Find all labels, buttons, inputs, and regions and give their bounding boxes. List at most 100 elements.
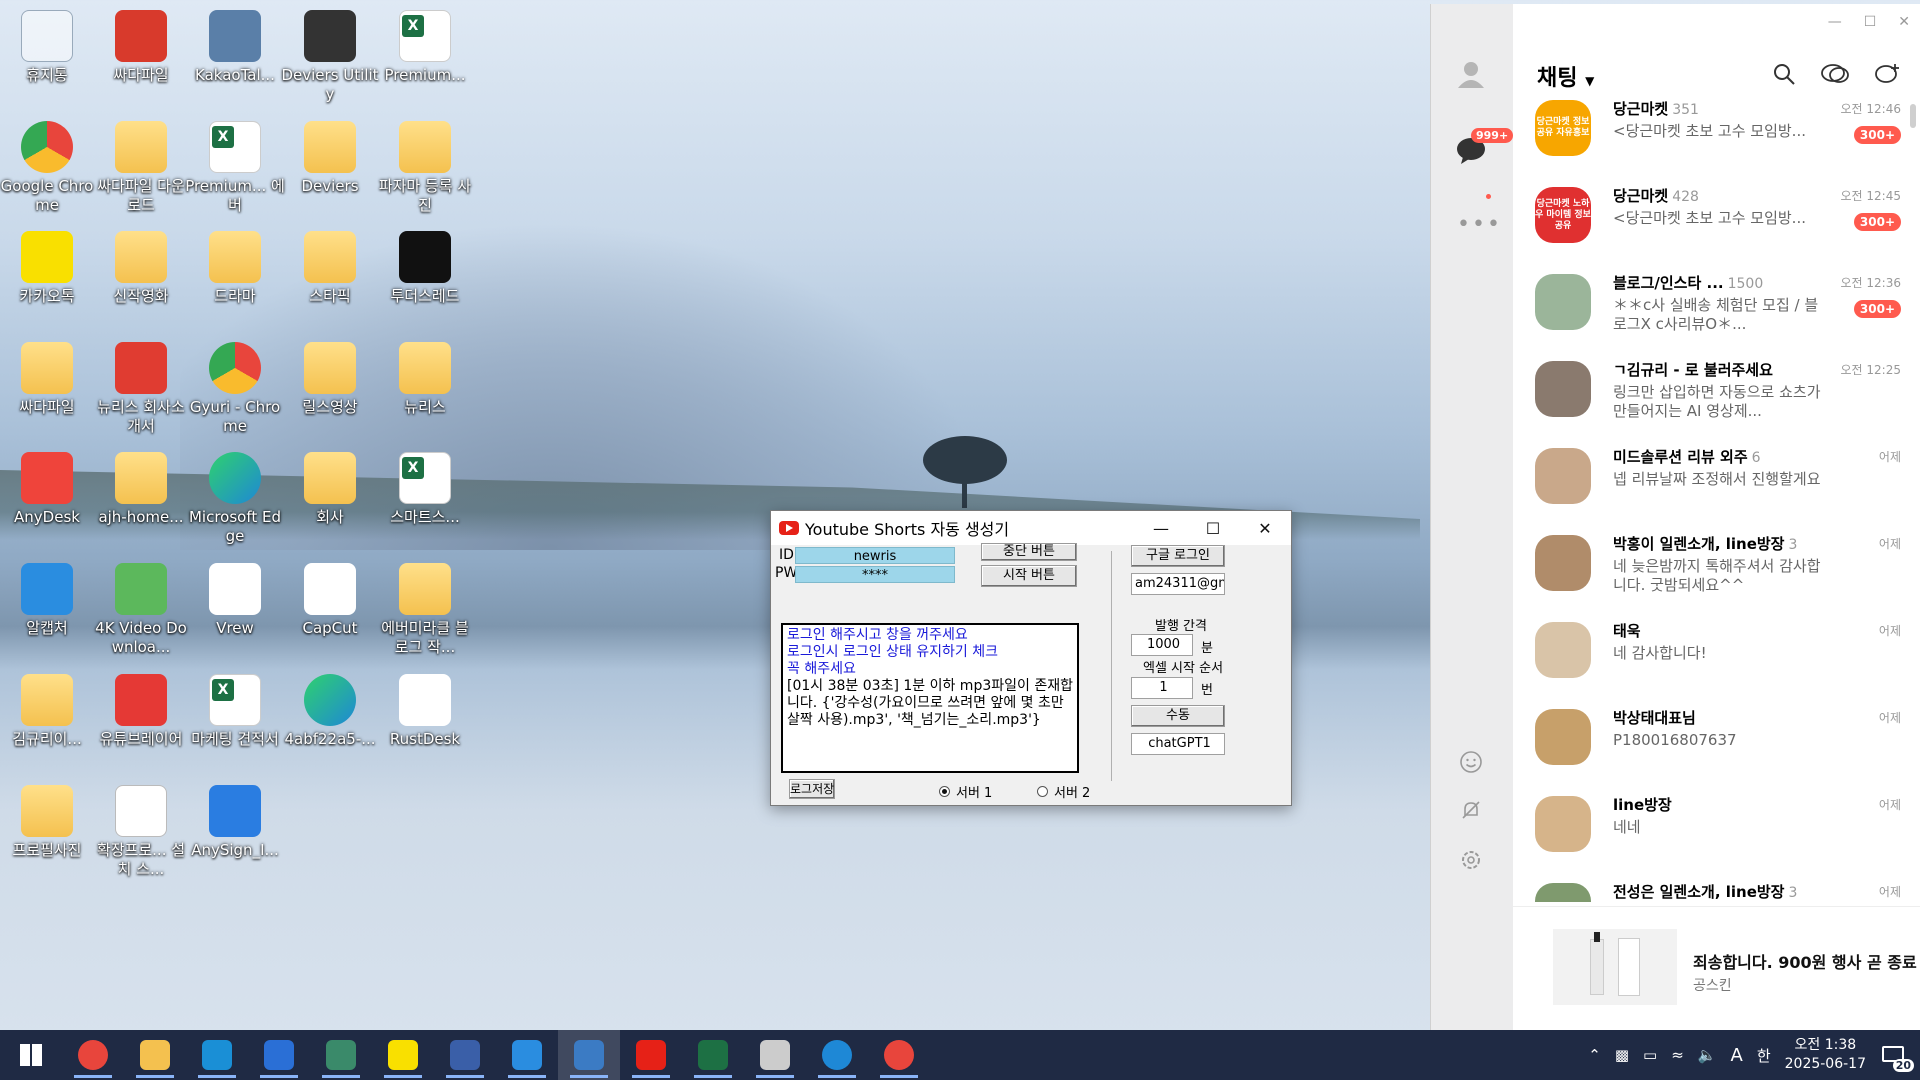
stop-button[interactable]: 중단 버튼 xyxy=(981,543,1077,561)
desktop-icon[interactable]: Deviers xyxy=(283,115,377,221)
settings-icon[interactable] xyxy=(1459,848,1483,872)
desktop-icon[interactable]: 에버미라클 블로그 작... xyxy=(378,557,472,663)
desktop-icon[interactable]: 싸다파일 xyxy=(0,336,94,442)
search-icon[interactable] xyxy=(1772,62,1796,86)
desktop-icon[interactable]: 스타픽 xyxy=(283,225,377,331)
desktop-icon[interactable]: 확장프로... 설치 스... xyxy=(94,779,188,885)
desktop-icon[interactable]: RustDesk xyxy=(378,668,472,774)
taskbar-button[interactable] xyxy=(744,1030,806,1080)
open-chat-icon[interactable] xyxy=(1820,62,1850,86)
desktop-icon[interactable]: AnyDesk xyxy=(0,446,94,552)
chat-list-item[interactable]: 당근마켓 노하우 마이템 정보공유 당근마켓 428 <당근마켓 초보 고수 모임방.… xyxy=(1513,179,1920,263)
email-field[interactable]: am24311@gma xyxy=(1131,573,1225,595)
close-button[interactable]: ✕ xyxy=(1898,14,1910,30)
taskbar-button[interactable] xyxy=(310,1030,372,1080)
taskbar-button[interactable] xyxy=(806,1030,868,1080)
taskbar-button[interactable] xyxy=(124,1030,186,1080)
window-titlebar[interactable]: Youtube Shorts 자동 생성기 — ☐ ✕ xyxy=(771,511,1291,545)
chat-list-item[interactable]: line방장 네네 어제 xyxy=(1513,788,1920,872)
profile-icon[interactable] xyxy=(1455,58,1487,90)
chat-list-item[interactable]: 전성은 일렌소개, line방장 3 어제 xyxy=(1513,875,1920,902)
excel-start-input[interactable]: 1 xyxy=(1131,677,1193,699)
taskbar-button[interactable] xyxy=(62,1030,124,1080)
clock[interactable]: 오전 1:38 2025-06-17 xyxy=(1785,1036,1866,1074)
desktop-icon[interactable]: 마케팅 견적서 xyxy=(188,668,282,774)
desktop-icon[interactable]: 회사 xyxy=(283,446,377,552)
desktop-icon[interactable]: KakaoTal... xyxy=(188,4,282,110)
chat-list-item[interactable]: 당근마켓 정보공유 자유홍보 당근마켓 351 <당근마켓 초보 고수 모임방... 오… xyxy=(1513,92,1920,176)
desktop-icon[interactable]: Google Chrome xyxy=(0,115,94,221)
emoticon-icon[interactable] xyxy=(1459,750,1483,774)
desktop-icon[interactable]: Vrew xyxy=(188,557,282,663)
desktop-icon[interactable]: 알캡처 xyxy=(0,557,94,663)
desktop-icon[interactable]: Deviers Utility xyxy=(281,4,379,110)
pw-field[interactable]: **** xyxy=(795,566,955,583)
desktop-icon[interactable]: 싸다파일 xyxy=(94,4,188,110)
desktop-icon[interactable]: 뉴리스 xyxy=(378,336,472,442)
chat-list-item[interactable]: 태욱 네 감사합니다! 어제 xyxy=(1513,614,1920,698)
notification-button[interactable]: 20 xyxy=(1880,1040,1914,1072)
tray-monitor-icon[interactable]: ▩ xyxy=(1615,1046,1629,1064)
ime-lang[interactable]: A xyxy=(1730,1045,1742,1066)
server2-radio[interactable]: 서버 2 xyxy=(1037,782,1090,801)
id-field[interactable]: newris xyxy=(795,547,955,564)
taskbar-button[interactable] xyxy=(496,1030,558,1080)
save-log-button[interactable]: 로그저장 xyxy=(789,779,835,799)
tray-chevron-icon[interactable]: ⌃ xyxy=(1588,1046,1601,1064)
desktop-icon[interactable]: 유튜브레이어 xyxy=(94,668,188,774)
desktop-icon[interactable]: 휴지통 xyxy=(0,4,94,110)
taskbar-button[interactable] xyxy=(868,1030,930,1080)
desktop-icon[interactable]: Premium... xyxy=(378,4,472,110)
log-output[interactable]: 로그인 해주시고 창을 꺼주세요 로그인시 로그인 상태 유지하기 체크 꼭 해… xyxy=(781,623,1079,773)
chat-list-item[interactable]: 박홍이 일렌소개, line방장 3 네 늦은밤까지 톡해주셔서 감사합니다. 굿밤… xyxy=(1513,527,1920,611)
taskbar-button[interactable] xyxy=(434,1030,496,1080)
taskbar-button[interactable] xyxy=(372,1030,434,1080)
desktop-icon[interactable]: 릴스영상 xyxy=(283,336,377,442)
desktop-icon[interactable]: Premium... 에버 xyxy=(185,115,285,221)
desktop-icon[interactable]: 드라마 xyxy=(188,225,282,331)
new-chat-icon[interactable] xyxy=(1874,62,1900,86)
chat-tab-title[interactable]: 채팅 ▼ xyxy=(1537,60,1594,92)
manual-button[interactable]: 수동 xyxy=(1131,705,1225,727)
chat-list-item[interactable]: 미드솔루션 리뷰 외주 6 넵 리뷰날짜 조정해서 진행할게요 어제 xyxy=(1513,440,1920,524)
taskbar-button[interactable] xyxy=(558,1030,620,1080)
desktop-icon[interactable]: 카카오톡 xyxy=(0,225,94,331)
chat-list-item[interactable]: 박상태대표님 P180016807637 어제 xyxy=(1513,701,1920,785)
desktop-icon[interactable]: 김규리이... xyxy=(0,668,94,774)
desktop-icon[interactable]: 싸다파일 다운로드 xyxy=(94,115,188,221)
minimize-button[interactable]: — xyxy=(1135,511,1187,545)
desktop-icon[interactable]: 스마트스... xyxy=(378,446,472,552)
server1-radio[interactable]: 서버 1 xyxy=(939,782,992,801)
chat-list-item[interactable]: 블로그/인스타 ... 1500 ＊＊c사 실배송 체험단 모집 / 블로그X c사… xyxy=(1513,266,1920,350)
desktop-icon[interactable]: ajh-home... xyxy=(94,446,188,552)
taskbar-button[interactable] xyxy=(620,1030,682,1080)
taskbar-button[interactable] xyxy=(248,1030,310,1080)
chat-list-scrollbar[interactable] xyxy=(1910,104,1916,128)
maximize-button[interactable]: ☐ xyxy=(1864,14,1877,30)
desktop-icon[interactable]: AnySign_I... xyxy=(188,779,282,885)
desktop-icon[interactable]: CapCut xyxy=(283,557,377,663)
taskbar-button[interactable] xyxy=(186,1030,248,1080)
ime-hangul[interactable]: 한 xyxy=(1757,1045,1771,1066)
desktop-icon[interactable]: 4abf22a5-... xyxy=(283,668,377,774)
interval-input[interactable]: 1000 xyxy=(1131,634,1193,656)
taskbar-button[interactable] xyxy=(0,1030,62,1080)
desktop-icon[interactable]: 4K Video Downloa... xyxy=(94,557,188,663)
more-icon[interactable]: ••• xyxy=(1457,212,1502,237)
google-login-button[interactable]: 구글 로그인 xyxy=(1131,545,1225,567)
desktop-icon[interactable]: 뉴리스 회사소개서 xyxy=(94,336,188,442)
wifi-icon[interactable]: ≈ xyxy=(1671,1046,1684,1064)
desktop-icon[interactable]: Microsoft Edge xyxy=(188,446,282,552)
desktop-icon[interactable]: 신작영화 xyxy=(94,225,188,331)
desktop-icon[interactable]: 투더스레드 xyxy=(378,225,472,331)
taskbar-button[interactable] xyxy=(682,1030,744,1080)
notification-off-icon[interactable] xyxy=(1459,798,1483,822)
volume-icon[interactable]: 🔈 xyxy=(1698,1046,1717,1064)
maximize-button[interactable]: ☐ xyxy=(1187,511,1239,545)
battery-icon[interactable]: ▭ xyxy=(1643,1046,1657,1064)
desktop-icon[interactable]: Gyuri - Chrome xyxy=(188,336,282,442)
start-button[interactable]: 시작 버튼 xyxy=(981,565,1077,587)
ad-banner[interactable]: 죄송합니다. 900원 행사 곧 종료 공스킨 xyxy=(1513,906,1920,1030)
minimize-button[interactable]: — xyxy=(1828,14,1842,30)
desktop-icon[interactable]: 프로필사진 xyxy=(0,779,94,885)
